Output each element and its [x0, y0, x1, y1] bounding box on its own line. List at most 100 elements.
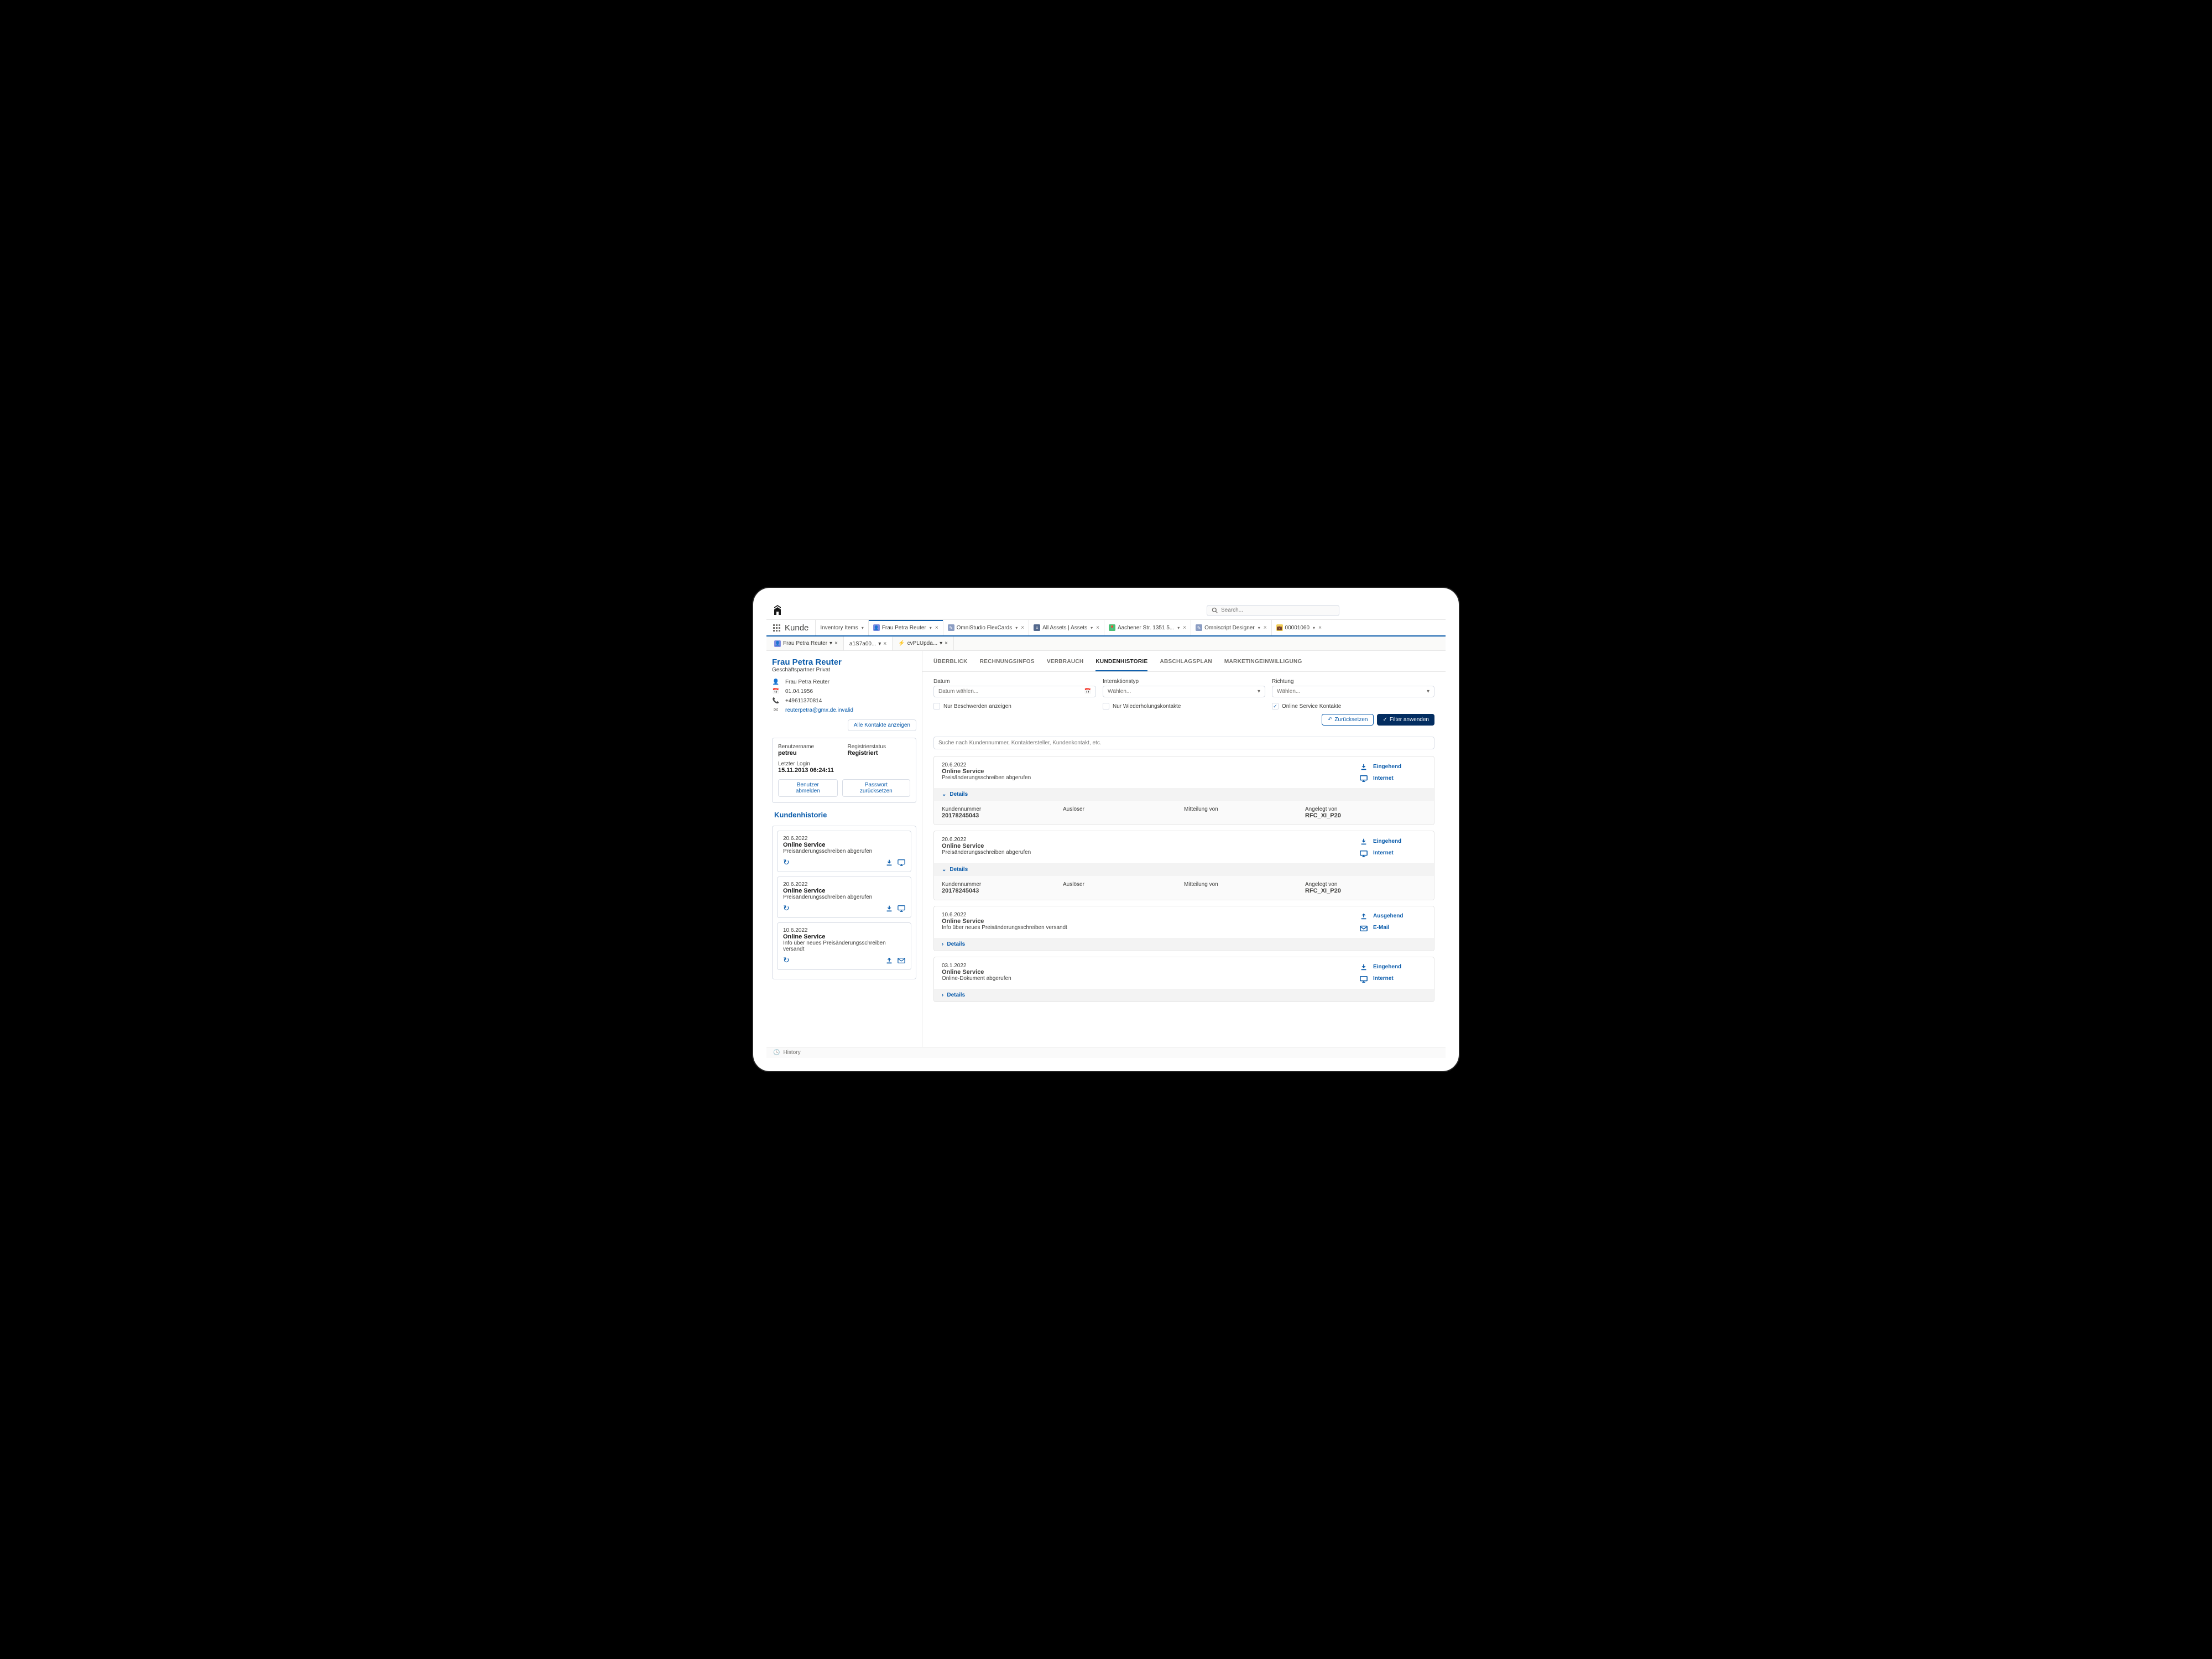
reset-filter-button[interactable]: ↶Zurücksetzen: [1322, 714, 1374, 726]
detail-tab[interactable]: VERBRAUCH: [1047, 659, 1084, 671]
username-value: petreu: [778, 750, 841, 757]
sidebar-history-item[interactable]: 20.6.2022Online ServicePreisänderungssch…: [777, 831, 911, 872]
download-icon: [885, 858, 893, 867]
refresh-icon[interactable]: ↻: [783, 858, 790, 867]
details-toggle[interactable]: ›Details: [934, 989, 1434, 1001]
sub-tab[interactable]: ⚡cvPLUpda...▾×: [893, 637, 954, 650]
global-search[interactable]: [1207, 605, 1339, 616]
detail-tab[interactable]: ÜBERBLICK: [933, 659, 968, 671]
customer-email[interactable]: reuterpetra@gmx.de.invalid: [785, 707, 853, 713]
filter-type-select[interactable]: Wählen...▾: [1103, 686, 1265, 697]
channel-icon: [1360, 774, 1369, 783]
close-icon[interactable]: ×: [1318, 625, 1322, 631]
detail-tab[interactable]: ABSCHLAGSPLAN: [1160, 659, 1212, 671]
sidebar-history-item[interactable]: 10.6.2022Online ServiceInfo über neues P…: [777, 922, 911, 970]
sub-tab[interactable]: 👤Frau Petra Reuter▾×: [769, 637, 844, 650]
checkbox-complaints[interactable]: Nur Beschwerden anzeigen: [933, 703, 1096, 709]
chevron-down-icon: ▾: [1258, 688, 1260, 695]
filter-date-label: Datum: [933, 679, 1096, 685]
app-name: Kunde: [785, 623, 808, 633]
direction-icon: [1360, 762, 1369, 771]
filters: Datum Datum wählen...📅 Interaktionstyp W…: [922, 672, 1446, 732]
show-all-contacts-button[interactable]: Alle Kontakte anzeigen: [848, 719, 916, 731]
check-icon: ✓: [1383, 717, 1387, 723]
details-toggle[interactable]: ⌄Details: [934, 863, 1434, 876]
direction-badge: Eingehend: [1360, 837, 1426, 846]
close-icon[interactable]: ×: [1096, 625, 1099, 631]
search-icon: [1212, 607, 1218, 614]
nav-tab[interactable]: Inventory Items▾: [815, 620, 868, 635]
filter-direction-label: Richtung: [1272, 679, 1434, 685]
close-icon[interactable]: ×: [834, 640, 838, 646]
nav-tab[interactable]: ✎OmniStudio FlexCards▾×: [943, 620, 1029, 635]
app-logo-icon: [773, 604, 782, 616]
direction-badge: Ausgehend: [1360, 912, 1426, 921]
phone-icon: 📞: [772, 698, 780, 704]
nav-row: Kunde Inventory Items▾👤Frau Petra Reuter…: [766, 620, 1446, 637]
channel-icon: [1360, 974, 1369, 983]
sidebar-history-title: Kundenhistorie: [774, 811, 914, 819]
monitor-icon: [898, 858, 905, 867]
detail-tab[interactable]: MARKETINGEINWILLIGUNG: [1224, 659, 1302, 671]
calendar-icon: 📅: [772, 688, 780, 695]
waffle-icon: [773, 624, 780, 632]
close-icon[interactable]: ×: [935, 625, 938, 631]
direction-badge: Eingehend: [1360, 963, 1426, 972]
history-item: 10.6.2022Online ServiceInfo über neues P…: [933, 906, 1434, 951]
channel-badge: Internet: [1360, 774, 1426, 783]
sidebar-history-item[interactable]: 20.6.2022Online ServicePreisänderungssch…: [777, 877, 911, 918]
checkbox-repeat[interactable]: Nur Wiederholungskontakte: [1103, 703, 1265, 709]
filter-direction-select[interactable]: Wählen...▾: [1272, 686, 1434, 697]
nav-tab[interactable]: ≡All Assets | Assets▾×: [1029, 620, 1104, 635]
nav-tab[interactable]: 👤Frau Petra Reuter▾×: [868, 620, 943, 635]
details-toggle[interactable]: ›Details: [934, 938, 1434, 951]
channel-icon: [1360, 924, 1369, 932]
reset-password-button[interactable]: Passwort zurücksetzen: [842, 779, 910, 797]
close-icon[interactable]: ×: [883, 641, 886, 647]
filter-date-input[interactable]: Datum wählen...📅: [933, 686, 1096, 697]
customer-name: Frau Petra Reuter: [772, 658, 916, 667]
direction-badge: Eingehend: [1360, 762, 1426, 771]
calendar-icon: 📅: [1084, 688, 1091, 695]
logout-user-button[interactable]: Benutzer abmelden: [778, 779, 838, 797]
detail-tab[interactable]: RECHNUNGSINFOS: [980, 659, 1035, 671]
channel-badge: Internet: [1360, 974, 1426, 983]
nav-tab[interactable]: 💼00001060▾×: [1271, 620, 1326, 635]
chevron-down-icon: ▾: [1427, 688, 1430, 695]
regstatus-value: Registriert: [848, 750, 911, 757]
details-toggle[interactable]: ⌄Details: [934, 788, 1434, 801]
regstatus-label: Registrierstatus: [848, 744, 911, 750]
undo-icon: ↶: [1328, 717, 1332, 723]
detail-tabs: ÜBERBLICK RECHNUNGSINFOS VERBRAUCH KUNDENHI…: [922, 651, 1446, 672]
nav-tab[interactable]: ✎Omniscript Designer▾×: [1191, 620, 1271, 635]
footer-bar: 🕓 History: [766, 1047, 1446, 1058]
detail-tab[interactable]: KUNDENHISTORIE: [1095, 659, 1147, 671]
apply-filter-button[interactable]: ✓Filter anwenden: [1377, 714, 1434, 726]
direction-icon: [1360, 837, 1369, 846]
footer-history-label[interactable]: History: [783, 1050, 800, 1056]
checkbox-online[interactable]: Online Service Kontakte: [1272, 703, 1434, 709]
direction-icon: [1360, 912, 1369, 921]
sub-tabs: 👤Frau Petra Reuter▾×a1S7a00...▾×⚡cvPLUpd…: [766, 637, 1446, 651]
top-bar: [766, 601, 1446, 620]
app-launcher[interactable]: Kunde: [766, 620, 815, 635]
customer-subtitle: Geschäftspartner Privat: [772, 667, 916, 673]
sub-tab[interactable]: a1S7a00...▾×: [844, 637, 893, 650]
close-icon[interactable]: ×: [1183, 625, 1186, 631]
chevron-icon: ⌄: [942, 791, 946, 797]
refresh-icon[interactable]: ↻: [783, 956, 790, 965]
chevron-icon: ›: [942, 992, 943, 998]
search-input[interactable]: [1221, 607, 1334, 613]
refresh-icon[interactable]: ↻: [783, 904, 790, 913]
close-icon[interactable]: ×: [1264, 625, 1267, 631]
filter-type-label: Interaktionstyp: [1103, 679, 1265, 685]
nav-tab[interactable]: 📍Aachener Str. 1351 5...▾×: [1104, 620, 1191, 635]
history-item: 20.6.2022Online ServicePreisänderungssch…: [933, 756, 1434, 825]
download-icon: [885, 904, 893, 912]
close-icon[interactable]: ×: [945, 640, 948, 646]
envelope-icon: [898, 956, 905, 964]
customer-person: Frau Petra Reuter: [785, 679, 830, 685]
close-icon[interactable]: ×: [1021, 625, 1024, 631]
history-search-input[interactable]: [933, 737, 1434, 749]
customer-phone: +49611370814: [785, 698, 822, 704]
